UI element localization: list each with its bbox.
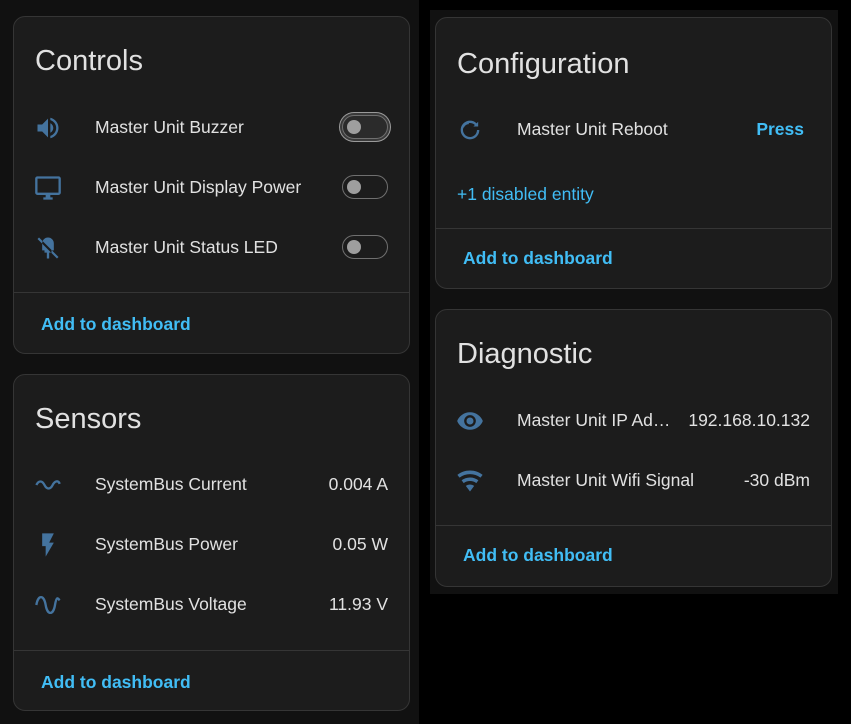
sensors-value-voltage: 11.93 V (328, 594, 388, 614)
configuration-label-reboot: Master Unit Reboot (517, 119, 668, 139)
diagnostic-value-wifi: -30 dBm (743, 470, 810, 490)
diagnostic-add-to-dashboard-button[interactable]: Add to dashboard (463, 545, 613, 566)
diagnostic-card: Diagnostic Master Unit IP Address 192.16… (435, 309, 832, 587)
toggle-knob (347, 120, 361, 134)
sensors-value-current: 0.004 A (328, 474, 388, 494)
sine-wave-icon (34, 591, 62, 619)
sensors-label-current: SystemBus Current (95, 474, 247, 494)
controls-label-buzzer: Master Unit Buzzer (95, 117, 244, 137)
diagnostic-label-wifi: Master Unit Wifi Signal (517, 470, 694, 490)
controls-row-display-power[interactable]: Master Unit Display Power (14, 162, 409, 212)
flash-icon (34, 531, 62, 559)
sensors-row-current[interactable]: SystemBus Current 0.004 A (14, 459, 409, 509)
monitor-icon (34, 174, 62, 202)
diagnostic-divider (436, 525, 831, 526)
display-power-toggle[interactable] (342, 175, 388, 199)
wifi-icon (456, 467, 484, 495)
volume-icon (34, 114, 62, 142)
controls-add-to-dashboard-button[interactable]: Add to dashboard (41, 314, 191, 335)
current-ac-icon (34, 471, 62, 499)
controls-title: Controls (35, 45, 143, 77)
sensors-row-voltage[interactable]: SystemBus Voltage 11.93 V (14, 579, 409, 629)
status-led-toggle[interactable] (342, 235, 388, 259)
configuration-title: Configuration (457, 48, 630, 80)
diagnostic-value-ip: 192.168.10.132 (688, 410, 810, 430)
configuration-divider (436, 228, 831, 229)
controls-card: Controls Master Unit Buzzer Master Unit … (13, 16, 410, 354)
controls-label-status-led: Master Unit Status LED (95, 237, 278, 257)
configuration-card: Configuration Master Unit Reboot Press +… (435, 17, 832, 289)
sensors-row-power[interactable]: SystemBus Power 0.05 W (14, 519, 409, 569)
eye-icon (456, 407, 484, 435)
diagnostic-row-wifi[interactable]: Master Unit Wifi Signal -30 dBm (436, 455, 831, 505)
buzzer-toggle[interactable] (342, 115, 388, 139)
toggle-knob (347, 240, 361, 254)
sensors-add-to-dashboard-button[interactable]: Add to dashboard (41, 672, 191, 693)
sensors-title: Sensors (35, 403, 142, 435)
controls-row-status-led[interactable]: Master Unit Status LED (14, 222, 409, 272)
disabled-entity-link[interactable]: +1 disabled entity (457, 184, 594, 205)
diagnostic-row-ip[interactable]: Master Unit IP Address 192.168.10.132 (436, 395, 831, 445)
toggle-knob (347, 180, 361, 194)
right-column: Configuration Master Unit Reboot Press +… (430, 10, 838, 594)
restart-icon (456, 116, 484, 144)
controls-divider (14, 292, 409, 293)
sensors-label-power: SystemBus Power (95, 534, 238, 554)
controls-row-buzzer[interactable]: Master Unit Buzzer (14, 102, 409, 152)
sensors-divider (14, 650, 409, 651)
configuration-row-reboot[interactable]: Master Unit Reboot Press (436, 104, 831, 154)
diagnostic-title: Diagnostic (457, 338, 593, 370)
left-column: Controls Master Unit Buzzer Master Unit … (0, 0, 419, 724)
led-off-icon (34, 234, 62, 262)
sensors-card: Sensors SystemBus Current 0.004 A System… (13, 374, 410, 711)
sensors-label-voltage: SystemBus Voltage (95, 594, 247, 614)
reboot-press-button[interactable]: Press (756, 119, 804, 140)
sensors-value-power: 0.05 W (332, 534, 388, 554)
configuration-add-to-dashboard-button[interactable]: Add to dashboard (463, 248, 613, 269)
diagnostic-label-ip: Master Unit IP Address (517, 410, 675, 430)
controls-label-display-power: Master Unit Display Power (95, 177, 302, 197)
